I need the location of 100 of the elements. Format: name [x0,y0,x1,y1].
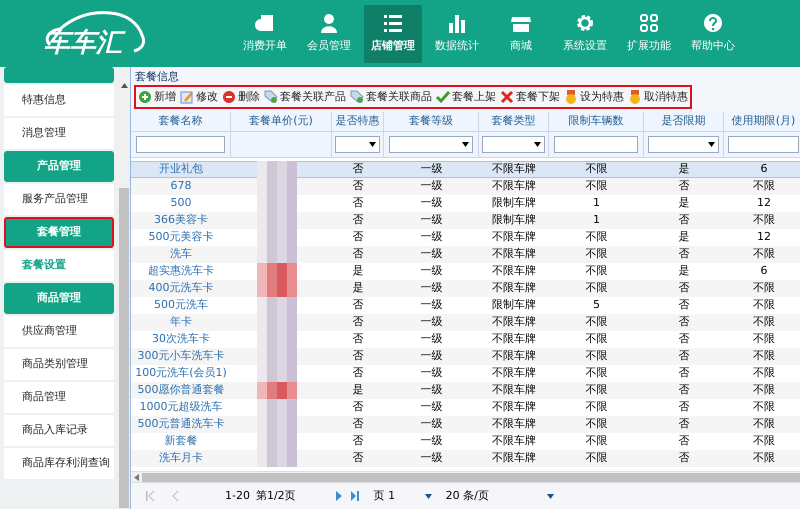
table-cell: 不限 [586,434,608,448]
table-cell: 不限 [753,179,775,193]
table-cell: 一级 [420,213,442,227]
table-cell: 不限车牌 [492,332,536,346]
bar-chart-icon [447,12,467,33]
package-name[interactable]: 400元洗车卡 [148,281,214,295]
package-name[interactable]: 100元洗车(会员1) [135,366,227,380]
page-dropdown[interactable]: 页 1 [374,488,432,504]
column-header[interactable]: 是否特惠 [332,112,384,130]
horizontal-scrollbar[interactable] [131,471,800,483]
package-name[interactable]: 30次洗车卡 [152,332,210,346]
filter-input[interactable] [554,136,638,152]
scroll-thumb[interactable] [119,188,129,508]
table-cell: 不限 [586,315,608,329]
toolbar-button[interactable]: 修改 [180,88,218,106]
grid-icon [639,12,659,33]
sidebar-item[interactable]: 商品类别管理 [4,349,114,380]
edit-icon [180,90,194,104]
table-cell: 否 [352,247,364,261]
toolbar-button[interactable]: 取消特惠 [628,88,688,106]
package-name[interactable]: 500元美容卡 [148,230,214,244]
nav-tab[interactable]: 数据统计 [428,4,486,62]
sidebar-item[interactable]: 供应商管理 [4,316,114,347]
table-cell: 一级 [420,196,442,210]
column-header[interactable]: 套餐单价(元) [231,112,332,130]
sidebar-item[interactable]: 商品管理 [4,382,114,413]
package-name[interactable]: 洗车 [170,247,192,261]
column-header[interactable]: 套餐等级 [384,112,479,130]
toolbar-button[interactable]: 新增 [138,88,176,106]
package-name[interactable]: 300元小车洗车卡 [138,349,224,363]
package-name[interactable]: 678 [170,179,192,193]
package-name[interactable]: 500元普通洗车卡 [138,417,224,431]
toolbar-button[interactable]: 套餐下架 [500,88,560,106]
nav-tab[interactable]: 商城 [492,4,550,62]
toolbar-button[interactable]: 设为特惠 [564,88,624,106]
package-name[interactable]: 开业礼包 [159,162,203,176]
table-cell: 否 [678,247,690,261]
table-cell: 否 [678,434,690,448]
toolbar-button[interactable]: 套餐关联商品 [350,88,432,106]
scroll-left-icon[interactable] [134,474,139,480]
scroll-up-icon[interactable] [120,83,128,88]
toolbar-button[interactable]: 套餐关联产品 [264,88,346,106]
package-name[interactable]: 500 [170,196,192,210]
sidebar-item[interactable]: 商品入库记录 [4,415,114,446]
table-row[interactable]: 开业礼包 否 一级 不限车牌 不限 是 6 [131,160,800,178]
table-cell: 不限 [753,366,775,380]
sidebar-header[interactable]: 套餐管理 [4,217,114,248]
table-cell: 是 [352,264,364,278]
nav-tab[interactable]: 帮助中心 [684,4,742,62]
filter-dropdown[interactable] [334,136,380,152]
table-cell: 否 [678,451,690,465]
sidebar-item[interactable]: 商品库存利润查询 [4,448,114,479]
next-page-icon[interactable] [334,490,344,502]
page-size-dropdown[interactable]: 20 条/页 [446,488,554,504]
column-header[interactable]: 使用期限(月) [724,112,800,130]
sidebar-header[interactable]: 商品管理 [4,283,114,314]
previous-page-icon[interactable] [171,490,181,502]
package-name[interactable]: 366美容卡 [154,213,208,227]
nav-tab[interactable]: 消费开单 [236,4,294,62]
table-cell: 否 [678,179,690,193]
sidebar-item[interactable]: 消息管理 [4,118,114,149]
column-header[interactable]: 套餐名称 [131,112,231,130]
package-name[interactable]: 1000元超级洗车 [140,400,222,414]
package-name[interactable]: 500愿你普通套餐 [138,383,224,397]
package-name[interactable]: 年卡 [170,315,192,329]
sidebar-item[interactable]: 服务产品管理 [4,184,114,215]
table-cell: 否 [678,298,690,312]
table-cell: 一级 [420,247,442,261]
last-page-icon[interactable] [350,490,360,502]
filter-input[interactable] [728,136,800,152]
table-cell: 一级 [420,400,442,414]
nav-tab[interactable]: 店铺管理 [364,4,422,62]
sidebar-header[interactable]: 产品管理 [4,151,114,182]
package-name[interactable]: 超实惠洗车卡 [148,264,214,278]
list-icon [383,12,403,33]
first-page-icon[interactable] [145,490,155,502]
table-cell: 一级 [420,434,442,448]
scroll-thumb[interactable] [142,472,800,482]
table-cell: 不限车牌 [492,349,536,363]
cross-icon [500,90,514,104]
toolbar-button[interactable]: 套餐上架 [436,88,496,106]
table-cell: 不限车牌 [492,417,536,431]
column-header[interactable]: 是否限期 [644,112,724,130]
nav-tab[interactable]: 系统设置 [556,4,614,62]
package-name[interactable]: 500元洗车 [154,298,208,312]
package-name[interactable]: 新套餐 [164,434,198,448]
table-cell: 否 [678,417,690,431]
sidebar-item[interactable]: 套餐设置 [4,250,114,281]
table-cell: 一级 [420,298,442,312]
column-header[interactable]: 限制车辆数 [549,112,644,130]
filter-input[interactable] [136,136,226,152]
nav-tab[interactable]: 扩展功能 [620,4,678,62]
delete-icon [222,90,236,104]
sidebar-item[interactable]: 特惠信息 [4,85,114,116]
toolbar-button[interactable]: 删除 [222,88,260,106]
nav-tab[interactable]: 会员管理 [300,4,358,62]
column-header[interactable]: 套餐类型 [479,112,549,130]
tag-icon [350,90,364,104]
table-cell: 是 [352,281,364,295]
package-name[interactable]: 洗车月卡 [159,451,203,465]
